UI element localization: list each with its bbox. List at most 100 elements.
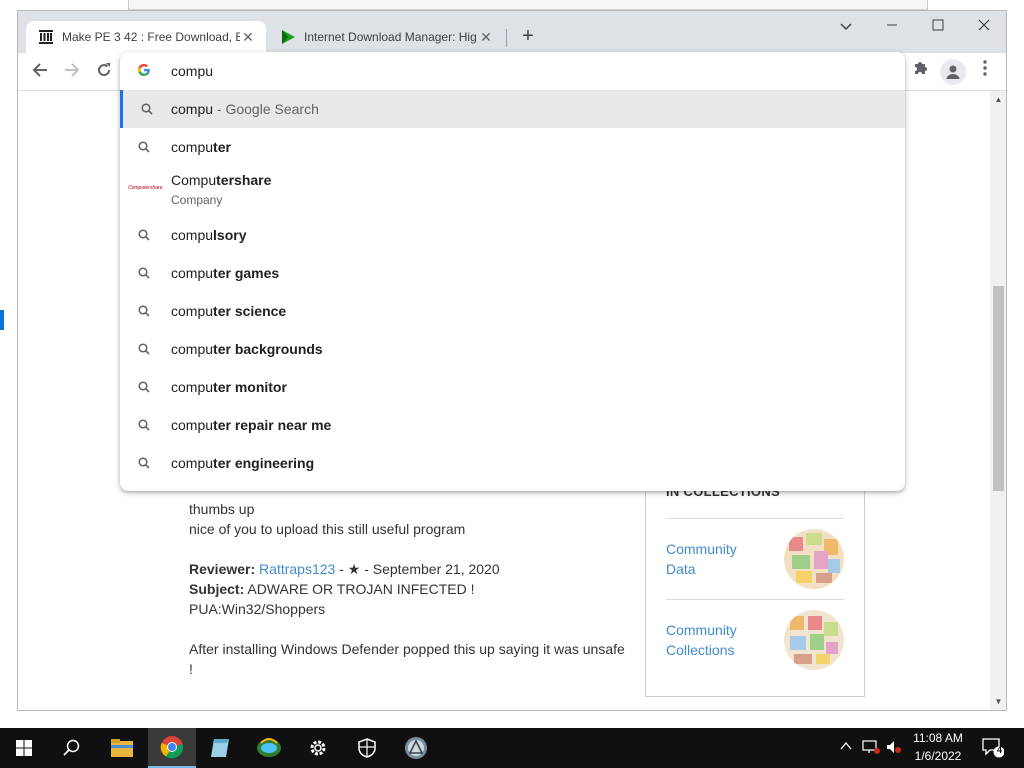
- collection-link[interactable]: Community Data: [666, 539, 756, 579]
- suggestion-item[interactable]: compulsory: [120, 216, 905, 254]
- reload-icon: [98, 63, 111, 77]
- profile-avatar-icon[interactable]: [940, 59, 966, 85]
- suggestion-typed: compu: [171, 417, 214, 433]
- suggestion-suffix: - Google Search: [213, 101, 319, 117]
- reload-button[interactable]: [91, 59, 117, 85]
- search-icon: [136, 227, 152, 243]
- collections-panel: IN COLLECTIONS Community Data Community …: [645, 474, 865, 697]
- suggestion-completion: ter engineering: [213, 455, 315, 471]
- review-body: PUA:Win32/Shoppers: [189, 601, 326, 617]
- minimize-button[interactable]: [872, 15, 912, 37]
- collection-link[interactable]: Community Collections: [666, 620, 756, 660]
- tab-close-icon[interactable]: ✕: [478, 29, 494, 46]
- suggestion-item-selected[interactable]: compu - Google Search: [120, 90, 905, 128]
- suggestion-item[interactable]: computer: [120, 128, 905, 166]
- volume-muted-icon[interactable]: [886, 740, 902, 757]
- notepad-app-icon[interactable]: [196, 728, 244, 768]
- archive-org-icon: [38, 29, 54, 45]
- suggestion-item[interactable]: computer backgrounds: [120, 330, 905, 368]
- tab-make-pe[interactable]: Make PE 3 42 : Free Download, B ✕: [26, 21, 266, 53]
- suggestion-item[interactable]: computer science: [120, 292, 905, 330]
- subject-label: Subject:: [189, 581, 245, 597]
- tab-search-icon[interactable]: [826, 15, 866, 37]
- suggestion-completion: ter repair near me: [213, 417, 332, 433]
- windows-security-shield-icon[interactable]: [343, 728, 391, 768]
- notification-count: 4: [996, 745, 1002, 755]
- arrow-right-icon: [65, 63, 80, 77]
- suggestion-typed: compu: [171, 139, 214, 155]
- suggestion-completion: tershare: [216, 172, 272, 188]
- search-icon: [136, 417, 152, 433]
- address-bar-input[interactable]: [171, 60, 871, 82]
- search-icon: [136, 303, 152, 319]
- search-icon: [136, 455, 152, 471]
- suggestion-completion: lsory: [213, 227, 247, 243]
- settings-gear-icon[interactable]: [294, 728, 342, 768]
- collection-item[interactable]: Community Data: [666, 518, 844, 598]
- clock-time[interactable]: 11:08 AM: [906, 731, 970, 745]
- suggestion-item[interactable]: computer repair near me: [120, 406, 905, 444]
- omnibox[interactable]: [120, 52, 905, 90]
- suggestion-typed: compu: [171, 265, 214, 281]
- reviewer-link[interactable]: Rattraps123: [259, 561, 335, 577]
- suggestion-item[interactable]: computer games: [120, 254, 905, 292]
- clock-date[interactable]: 1/6/2022: [906, 749, 970, 763]
- desktop-edge: [0, 0, 18, 728]
- page-scrollbar[interactable]: ▲ ▼: [990, 91, 1006, 710]
- collection-thumbnail[interactable]: [784, 529, 844, 589]
- collection-thumbnail[interactable]: [784, 610, 844, 670]
- search-icon: [136, 139, 152, 155]
- suggestion-completion: ter games: [213, 265, 280, 281]
- start-button[interactable]: [0, 728, 48, 768]
- reviewer-meta: - ★ - September 21, 2020: [335, 561, 500, 577]
- suggestion-item-entity[interactable]: Computershare Computershare Company: [120, 166, 905, 218]
- maximize-button[interactable]: [918, 15, 958, 37]
- windows-taskbar: 11:08 AM 1/6/2022 4: [0, 728, 1024, 768]
- app-circle-icon[interactable]: [392, 728, 440, 768]
- close-window-button[interactable]: [964, 15, 1004, 37]
- suggestion-completion: ter science: [213, 303, 287, 319]
- scroll-down-arrow-icon[interactable]: ▼: [990, 695, 1006, 709]
- tab-idm[interactable]: Internet Download Manager: Hig ✕: [268, 21, 504, 53]
- suggestion-typed: compu: [171, 455, 214, 471]
- suggestion-completion: ter: [213, 139, 231, 155]
- new-tab-button[interactable]: +: [516, 25, 540, 49]
- file-explorer-icon[interactable]: [98, 728, 146, 768]
- tab-close-icon[interactable]: ✕: [240, 29, 256, 46]
- extensions-puzzle-icon[interactable]: [908, 60, 932, 84]
- suggestion-item[interactable]: computer monitor: [120, 368, 905, 406]
- suggestion-item[interactable]: computer engineering: [120, 444, 905, 482]
- suggestion-completion: ter monitor: [213, 379, 287, 395]
- forward-button[interactable]: [59, 59, 85, 85]
- suggestion-completion: ter backgrounds: [213, 341, 323, 357]
- collection-item[interactable]: Community Collections: [666, 599, 844, 679]
- suggestion-subtitle: Company: [171, 193, 223, 207]
- suggestion-typed: compu: [171, 303, 214, 319]
- scrollbar-thumb[interactable]: [993, 286, 1004, 491]
- search-icon: [136, 341, 152, 357]
- search-taskbar-button[interactable]: [48, 728, 96, 768]
- back-button[interactable]: [27, 59, 53, 85]
- subject-text: ADWARE OR TROJAN INFECTED !: [244, 581, 475, 597]
- tab-title: Internet Download Manager: Hig: [304, 30, 477, 44]
- computershare-logo: Computershare: [128, 185, 163, 191]
- omnibox-dropdown: compu - Google Search computer Computers…: [120, 52, 905, 491]
- windows-logo-icon: [16, 740, 32, 756]
- menu-kebab-icon[interactable]: [973, 60, 997, 84]
- desktop-accent-bar: [0, 310, 4, 330]
- network-icon[interactable]: [862, 740, 880, 757]
- search-icon: [136, 265, 152, 281]
- scroll-up-arrow-icon[interactable]: ▲: [990, 93, 1006, 107]
- notification-center-icon[interactable]: 4: [982, 738, 1005, 761]
- chevron-up-icon[interactable]: [840, 740, 852, 754]
- review-line: nice of you to upload this still useful …: [189, 521, 466, 537]
- suggestion-text: compu: [171, 101, 214, 117]
- tab-title: Make PE 3 42 : Free Download, B: [62, 30, 240, 44]
- search-icon: [136, 379, 152, 395]
- suggestion-typed: compu: [171, 341, 214, 357]
- background-window-edge: [128, 0, 928, 10]
- globe-app-icon[interactable]: [245, 728, 293, 768]
- reviewer-label: Reviewer:: [189, 561, 256, 577]
- arrow-left-icon: [32, 63, 47, 77]
- chrome-taskbar-icon[interactable]: [148, 728, 196, 768]
